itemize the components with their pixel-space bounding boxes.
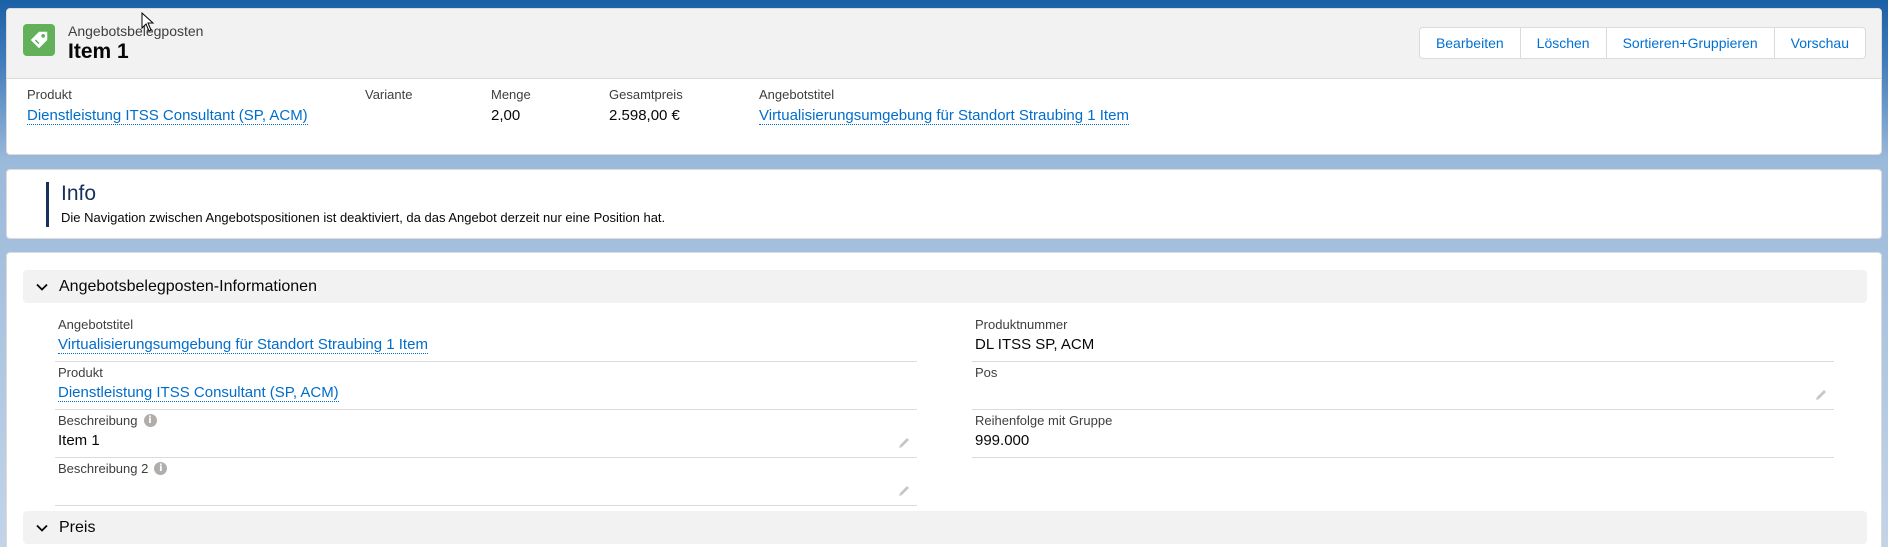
field-produktnummer-value: DL ITSS SP, ACM	[975, 336, 1095, 353]
info-message: Info Die Navigation zwischen Angebotspos…	[46, 182, 665, 227]
field-angebotstitel-link[interactable]: Virtualisierungsumgebung für Standort St…	[58, 336, 428, 354]
mouse-cursor-icon	[141, 12, 155, 32]
page-header: Angebotsbelegposten Item 1 Bearbeiten Lö…	[7, 9, 1881, 79]
field-pos-label: Pos	[975, 365, 998, 380]
field-angebotstitel: Angebotstitel Virtualisierungsumgebung f…	[55, 314, 917, 362]
field-pos: Pos	[972, 362, 1834, 410]
field-produkt-link[interactable]: Dienstleistung ITSS Consultant (SP, ACM)	[58, 384, 339, 402]
section-title-informationen: Angebotsbelegposten-Informationen	[59, 277, 317, 295]
field-produktnummer: Produktnummer DL ITSS SP, ACM	[972, 314, 1834, 362]
edit-pencil-icon[interactable]	[897, 436, 911, 450]
highlight-gesamtpreis-value: 2.598,00 €	[609, 107, 680, 124]
delete-button[interactable]: Löschen	[1519, 28, 1606, 58]
section-header-informationen[interactable]: Angebotsbelegposten-Informationen	[23, 270, 1867, 303]
record-header: Angebotsbelegposten Item 1 Bearbeiten Lö…	[6, 8, 1882, 155]
preview-button[interactable]: Vorschau	[1773, 28, 1865, 58]
highlight-angebotstitel-link[interactable]: Virtualisierungsumgebung für Standort St…	[759, 107, 1129, 125]
field-beschreibung2: Beschreibung 2 i	[55, 458, 917, 506]
action-button-group: Bearbeiten Löschen Sortieren+Gruppieren …	[1418, 27, 1866, 59]
record-title: Item 1	[68, 40, 129, 63]
field-reihenfolge: Reihenfolge mit Gruppe 999.000	[972, 410, 1834, 458]
field-beschreibung2-label: Beschreibung 2	[58, 461, 149, 476]
help-info-icon[interactable]: i	[154, 462, 168, 475]
field-produkt-label: Produkt	[58, 365, 103, 380]
highlight-produkt-label: Produkt	[27, 87, 72, 102]
highlight-produkt-link[interactable]: Dienstleistung ITSS Consultant (SP, ACM)	[27, 107, 308, 125]
field-produktnummer-label: Produktnummer	[975, 317, 1068, 332]
highlight-menge-label: Menge	[491, 87, 531, 102]
highlight-angebotstitel-label: Angebotstitel	[759, 87, 835, 102]
field-beschreibung-label: Beschreibung	[58, 413, 138, 428]
field-beschreibung: Beschreibung i Item 1	[55, 410, 917, 458]
section-title-preis: Preis	[59, 518, 96, 536]
highlight-variante-label: Variante	[365, 87, 413, 102]
highlight-menge-value: 2,00	[491, 107, 521, 124]
field-reihenfolge-label: Reihenfolge mit Gruppe	[975, 413, 1113, 428]
field-angebotstitel-label: Angebotstitel	[58, 317, 134, 332]
info-text: Die Navigation zwischen Angebotsposition…	[61, 210, 666, 225]
edit-pencil-icon[interactable]	[1814, 388, 1828, 402]
sort-group-button[interactable]: Sortieren+Gruppieren	[1605, 28, 1774, 58]
edit-pencil-icon[interactable]	[897, 484, 911, 498]
edit-button[interactable]: Bearbeiten	[1419, 28, 1520, 58]
help-info-icon[interactable]: i	[143, 414, 157, 427]
highlight-gesamtpreis-label: Gesamtpreis	[609, 87, 683, 102]
field-produkt: Produkt Dienstleistung ITSS Consultant (…	[55, 362, 917, 410]
section-header-preis[interactable]: Preis	[23, 511, 1867, 544]
info-card: Info Die Navigation zwischen Angebotspos…	[6, 169, 1882, 239]
chevron-down-icon	[36, 524, 48, 532]
price-tag-icon	[23, 24, 55, 56]
field-reihenfolge-value: 999.000	[975, 432, 1030, 449]
field-beschreibung-value: Item 1	[58, 432, 100, 449]
chevron-down-icon	[36, 283, 48, 291]
detail-card: Angebotsbelegposten-Informationen Angebo…	[6, 252, 1882, 547]
info-title: Info	[61, 182, 97, 205]
object-type-label: Angebotsbelegposten	[68, 23, 204, 39]
